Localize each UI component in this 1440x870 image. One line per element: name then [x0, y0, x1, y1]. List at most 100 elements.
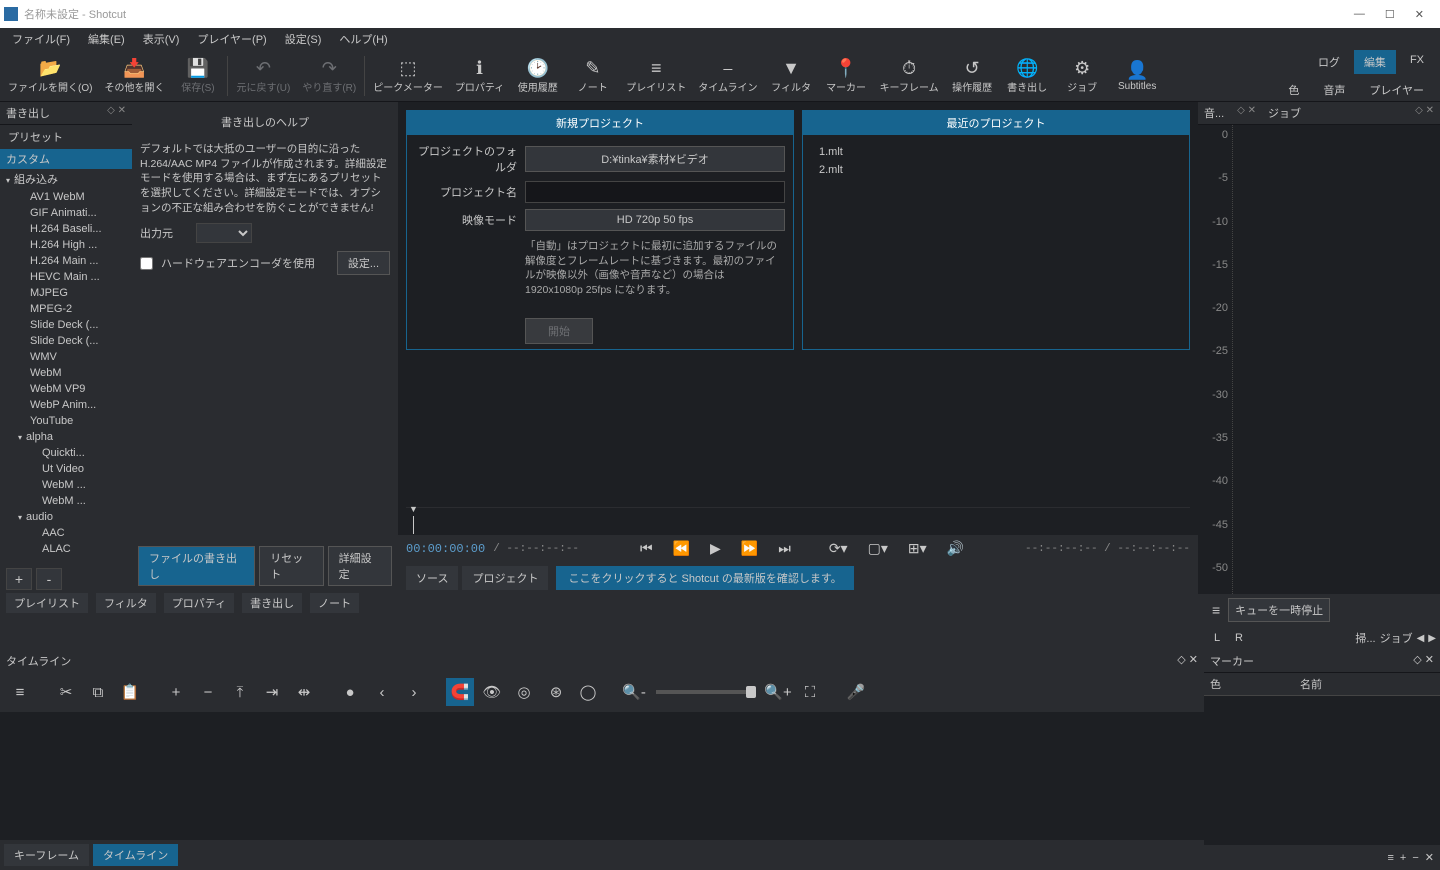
- preset-item[interactable]: Quickti...: [0, 445, 132, 461]
- preset-item[interactable]: H.264 Main ...: [0, 253, 132, 269]
- preset-item[interactable]: AV1 WebM: [0, 189, 132, 205]
- tab-export[interactable]: 書き出し: [242, 593, 302, 613]
- export-button[interactable]: 🌐書き出し: [1000, 53, 1055, 98]
- zoom-slider[interactable]: [656, 690, 756, 694]
- preset-item[interactable]: ALAC: [0, 541, 132, 557]
- preset-add-button[interactable]: +: [6, 568, 32, 590]
- redo-button[interactable]: ↷やり直す(R): [296, 53, 362, 98]
- zoom-out-button[interactable]: 🔍-: [620, 678, 648, 706]
- preset-custom-group[interactable]: カスタム: [0, 149, 132, 169]
- menu-icon[interactable]: ≡: [1208, 600, 1224, 620]
- tab-keyframes[interactable]: キーフレーム: [4, 844, 89, 866]
- start-button[interactable]: 開始: [525, 318, 593, 344]
- preset-item[interactable]: MPEG-2: [0, 301, 132, 317]
- undo-button[interactable]: ↶元に戻す(U): [230, 53, 296, 98]
- preset-builtin-group[interactable]: 組み込み: [0, 169, 132, 189]
- menu-file[interactable]: ファイル(F): [4, 28, 78, 50]
- tab-notes[interactable]: ノート: [310, 593, 359, 613]
- rewind-button[interactable]: ⏪: [667, 538, 696, 559]
- ripple-all-button[interactable]: ⊛: [542, 678, 570, 706]
- recent-button[interactable]: 🕑使用履歴: [510, 53, 565, 98]
- preset-item[interactable]: WebM ...: [0, 477, 132, 493]
- preset-audio-group[interactable]: audio: [0, 509, 132, 525]
- folder-button[interactable]: D:¥tinka¥素材¥ビデオ: [525, 146, 785, 172]
- zoom-in-button[interactable]: 🔍+: [764, 678, 792, 706]
- tab-player[interactable]: プレイヤー: [1359, 78, 1434, 102]
- preset-remove-button[interactable]: -: [36, 568, 62, 590]
- preset-item[interactable]: WMV: [0, 349, 132, 365]
- ripple-button[interactable]: ◎: [510, 678, 538, 706]
- next-marker-button[interactable]: ›: [400, 678, 428, 706]
- add-button[interactable]: +: [162, 678, 190, 706]
- preset-item[interactable]: MJPEG: [0, 285, 132, 301]
- video-mode-button[interactable]: HD 720p 50 fps: [525, 209, 785, 231]
- tab-timeline[interactable]: タイムライン: [93, 844, 178, 866]
- tab-playlist[interactable]: プレイリスト: [6, 593, 88, 613]
- menu-player[interactable]: プレイヤー(P): [189, 28, 274, 50]
- remove-button[interactable]: −: [194, 678, 222, 706]
- menu-icon[interactable]: ≡: [6, 678, 34, 706]
- menu-edit[interactable]: 編集(E): [80, 28, 133, 50]
- timeline-button[interactable]: ⎯タイムライン: [692, 53, 763, 98]
- preset-item[interactable]: HEVC Main ...: [0, 269, 132, 285]
- close-icon[interactable]: ◇ ✕: [107, 105, 126, 121]
- preset-item[interactable]: H.264 Baseli...: [0, 221, 132, 237]
- zoom-fit-button[interactable]: ▢▾: [862, 538, 894, 559]
- open-file-button[interactable]: 📂ファイルを開く(O): [2, 53, 98, 98]
- close-icon[interactable]: ◇ ✕: [1237, 105, 1256, 121]
- clear-markers-button[interactable]: ✕: [1425, 851, 1434, 864]
- recent-item[interactable]: 1.mlt: [811, 143, 1181, 161]
- volume-button[interactable]: 🔊: [941, 538, 970, 559]
- timeline-tracks[interactable]: [0, 712, 1204, 840]
- tab-color[interactable]: 色: [1278, 78, 1309, 102]
- play-button[interactable]: ▶: [704, 538, 727, 559]
- playlist-button[interactable]: ≡プレイリスト: [620, 53, 692, 98]
- paste-button[interactable]: 📋: [116, 678, 144, 706]
- preset-alpha-group[interactable]: alpha: [0, 429, 132, 445]
- sweep-button[interactable]: 掃...: [1355, 630, 1375, 646]
- export-file-button[interactable]: ファイルの書き出し: [138, 546, 255, 586]
- close-icon[interactable]: ◇ ✕: [1413, 653, 1434, 669]
- copy-button[interactable]: ⧉: [84, 678, 112, 706]
- preset-item[interactable]: GIF Animati...: [0, 205, 132, 221]
- jobs-button[interactable]: ⚙ジョブ: [1055, 53, 1110, 98]
- tab-fx[interactable]: FX: [1400, 50, 1434, 74]
- minimize-button[interactable]: —: [1354, 8, 1365, 21]
- right-arrow-icon[interactable]: ▶: [1428, 633, 1436, 644]
- marker-button[interactable]: ●: [336, 678, 364, 706]
- preset-item[interactable]: Slide Deck (...: [0, 317, 132, 333]
- skip-end-button[interactable]: ⏭: [772, 538, 797, 559]
- ripple-markers-button[interactable]: ◯: [574, 678, 602, 706]
- playhead-ruler[interactable]: [406, 507, 1190, 535]
- preset-item[interactable]: Ut Video: [0, 461, 132, 477]
- markers-button[interactable]: 📍マーカー: [819, 53, 874, 98]
- peak-meter-button[interactable]: ⬚ピークメーター: [367, 53, 449, 98]
- maximize-button[interactable]: ☐: [1385, 8, 1395, 21]
- preset-item[interactable]: YouTube: [0, 413, 132, 429]
- scrub-button[interactable]: 👁: [478, 678, 506, 706]
- subtitles-button[interactable]: 👤Subtitles: [1110, 55, 1165, 96]
- lift-button[interactable]: ⤒: [226, 678, 254, 706]
- fast-forward-button[interactable]: ⏩: [735, 538, 764, 559]
- pause-queue-button[interactable]: キューを一時停止: [1228, 598, 1330, 622]
- properties-button[interactable]: ℹプロパティ: [449, 53, 510, 98]
- filters-button[interactable]: ▼フィルタ: [764, 53, 819, 98]
- timecode[interactable]: 00:00:00:00: [406, 542, 485, 556]
- close-icon[interactable]: ◇ ✕: [1415, 105, 1434, 121]
- tab-log[interactable]: ログ: [1308, 50, 1350, 74]
- zoom-fit-button[interactable]: ⛶: [796, 678, 824, 706]
- left-arrow-icon[interactable]: ◀: [1417, 633, 1425, 644]
- cut-button[interactable]: ✂: [52, 678, 80, 706]
- preset-item[interactable]: AAC: [0, 525, 132, 541]
- tab-edit[interactable]: 編集: [1354, 50, 1396, 74]
- preset-item[interactable]: WebM ...: [0, 493, 132, 509]
- col-color[interactable]: 色: [1210, 676, 1300, 692]
- preset-item[interactable]: H.264 High ...: [0, 237, 132, 253]
- save-button[interactable]: 💾保存(S): [170, 53, 225, 98]
- update-link[interactable]: ここをクリックすると Shotcut の最新版を確認します。: [556, 566, 853, 590]
- col-name[interactable]: 名前: [1300, 676, 1322, 692]
- preset-item[interactable]: WebM VP9: [0, 381, 132, 397]
- advanced-button[interactable]: 詳細設定: [328, 546, 392, 586]
- tab-properties[interactable]: プロパティ: [164, 593, 234, 613]
- loop-button[interactable]: ⟳▾: [823, 538, 854, 559]
